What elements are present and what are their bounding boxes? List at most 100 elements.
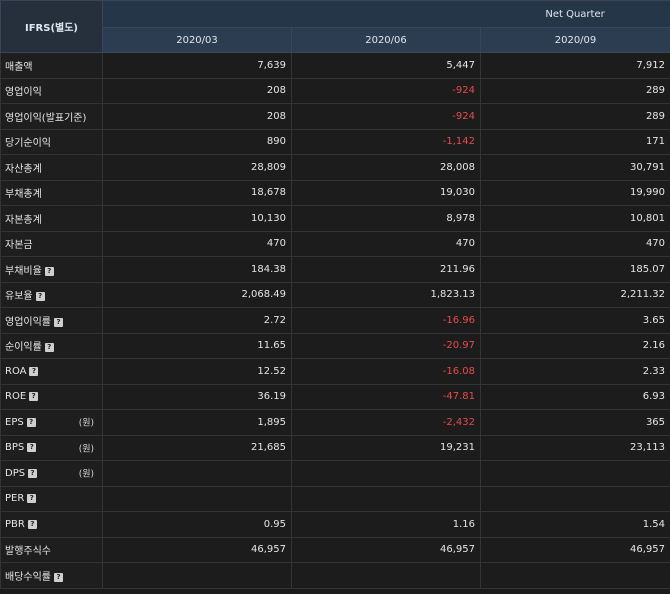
table-corner-header: IFRS(별도) <box>0 0 103 53</box>
value-cell: 46,957 <box>479 536 670 563</box>
value-cell: 2.72 <box>102 307 292 334</box>
value-cell: 23,113 <box>479 434 670 461</box>
value-cell: 470 <box>479 230 670 257</box>
row-label: DPS <box>5 467 26 479</box>
table-row: PBR? 0.95 1.16 1.54 <box>0 511 670 538</box>
row-label: 배당수익률 <box>5 571 51 583</box>
value-cell: 1,823.13 <box>291 281 481 308</box>
value-cell: 208 <box>102 77 292 104</box>
row-label-cell: 발행주식수 <box>0 536 103 563</box>
unit-label: (원) <box>78 444 94 455</box>
table-body: 매출액 7,639 5,447 7,912 영업이익 208 -924 289 영업이익(발표기… <box>0 52 670 589</box>
table-row: 영업이익률? 2.72 -16.96 3.65 <box>0 307 670 334</box>
value-cell: 2,068.49 <box>102 281 292 308</box>
value-cell: 46,957 <box>291 536 481 563</box>
help-icon[interactable]: ? <box>26 417 36 427</box>
row-label-cell: 자산총계 <box>0 154 103 181</box>
value-cell: 19,231 <box>291 434 481 461</box>
value-cell: 890 <box>102 128 292 155</box>
value-cell <box>479 562 670 589</box>
row-label: BPS <box>5 442 25 454</box>
value-cell <box>291 460 481 487</box>
row-label: 자본총계 <box>5 214 42 226</box>
table-row: PER? <box>0 485 670 512</box>
group-header-label: Net Quarter <box>545 8 605 20</box>
value-cell: 365 <box>479 409 670 436</box>
help-icon[interactable]: ? <box>44 266 54 276</box>
row-label: EPS <box>5 416 24 428</box>
row-label: 자산총계 <box>5 163 42 175</box>
row-label: 부채총계 <box>5 189 42 201</box>
table-row: EPS? (원) 1,895 -2,432 365 <box>0 409 670 436</box>
value-cell <box>291 562 481 589</box>
value-cell: 211.96 <box>291 256 481 283</box>
table-row: 배당수익률? <box>0 562 670 589</box>
table-row: DPS? (원) <box>0 460 670 487</box>
row-label-cell: 배당수익률? <box>0 562 103 589</box>
unit-label: (원) <box>78 469 94 480</box>
value-cell: 18,678 <box>102 179 292 206</box>
value-cell: 19,990 <box>479 179 670 206</box>
row-label: 순이익률 <box>5 342 42 354</box>
table-row: 자본총계 10,130 8,978 10,801 <box>0 205 670 232</box>
value-cell <box>102 562 292 589</box>
help-icon[interactable]: ? <box>44 343 54 353</box>
value-cell: 19,030 <box>291 179 481 206</box>
row-label-cell: ROE? <box>0 383 103 410</box>
value-cell: -16.96 <box>291 307 481 334</box>
value-cell: -924 <box>291 77 481 104</box>
value-cell: 470 <box>102 230 292 257</box>
table-row: BPS? (원) 21,685 19,231 23,113 <box>0 434 670 461</box>
help-icon[interactable]: ? <box>27 519 37 529</box>
value-cell: 1.54 <box>479 511 670 538</box>
table-row: 당기순이익 890 -1,142 171 <box>0 128 670 155</box>
help-icon[interactable]: ? <box>29 366 39 376</box>
row-label: 자본금 <box>5 240 33 252</box>
row-label-cell: 유보율? <box>0 281 103 308</box>
period-header: 2020/09 <box>479 27 670 53</box>
value-cell: 289 <box>479 77 670 104</box>
help-icon[interactable]: ? <box>35 292 45 302</box>
help-icon[interactable]: ? <box>28 468 38 478</box>
row-label-cell: 부채비율? <box>0 256 103 283</box>
value-cell: 1.16 <box>291 511 481 538</box>
table-row: 영업이익(발표기준) 208 -924 289 <box>0 103 670 130</box>
value-cell: 3.65 <box>479 307 670 334</box>
row-label-cell: 영업이익률? <box>0 307 103 334</box>
value-cell: 184.38 <box>102 256 292 283</box>
value-cell: 10,801 <box>479 205 670 232</box>
financial-table: IFRS(별도) Net Quarter 2020/03 2020/06 202… <box>0 0 670 589</box>
row-label-cell: DPS? (원) <box>0 460 103 487</box>
row-label: ROE <box>5 391 27 403</box>
row-label: PBR <box>5 518 25 530</box>
value-cell: 10,130 <box>102 205 292 232</box>
row-label: 당기순이익 <box>5 138 51 150</box>
help-icon[interactable]: ? <box>27 443 37 453</box>
row-label: PER <box>5 493 25 505</box>
row-label-cell: ROA? <box>0 358 103 385</box>
group-header: Net Quarter <box>101 0 670 28</box>
row-label-cell: EPS? (원) <box>0 409 103 436</box>
table-row: 유보율? 2,068.49 1,823.13 2,211.32 <box>0 281 670 308</box>
help-icon[interactable]: ? <box>54 317 63 327</box>
row-label: 영업이익 <box>5 87 42 99</box>
value-cell: 171 <box>479 128 670 155</box>
help-icon[interactable]: ? <box>27 494 37 504</box>
help-icon[interactable]: ? <box>29 392 39 402</box>
value-cell: 8,978 <box>291 205 481 232</box>
value-cell: 2.16 <box>479 332 670 359</box>
help-icon[interactable]: ? <box>54 572 63 582</box>
row-label-cell: 자본총계 <box>0 205 103 232</box>
table-row: 자본금 470 470 470 <box>0 230 670 257</box>
table-row: 부채총계 18,678 19,030 19,990 <box>0 179 670 206</box>
value-cell <box>291 485 481 512</box>
row-label-cell: 순이익률? <box>0 332 103 359</box>
value-cell <box>479 485 670 512</box>
value-cell: 208 <box>102 103 292 130</box>
value-cell: 2,211.32 <box>479 281 670 308</box>
row-label: 영업이익률 <box>5 316 51 328</box>
row-label-cell: 자본금 <box>0 230 103 257</box>
table-row: 자산총계 28,809 28,008 30,791 <box>0 154 670 181</box>
row-label: 부채비율 <box>5 265 42 277</box>
unit-label: (원) <box>78 418 94 429</box>
